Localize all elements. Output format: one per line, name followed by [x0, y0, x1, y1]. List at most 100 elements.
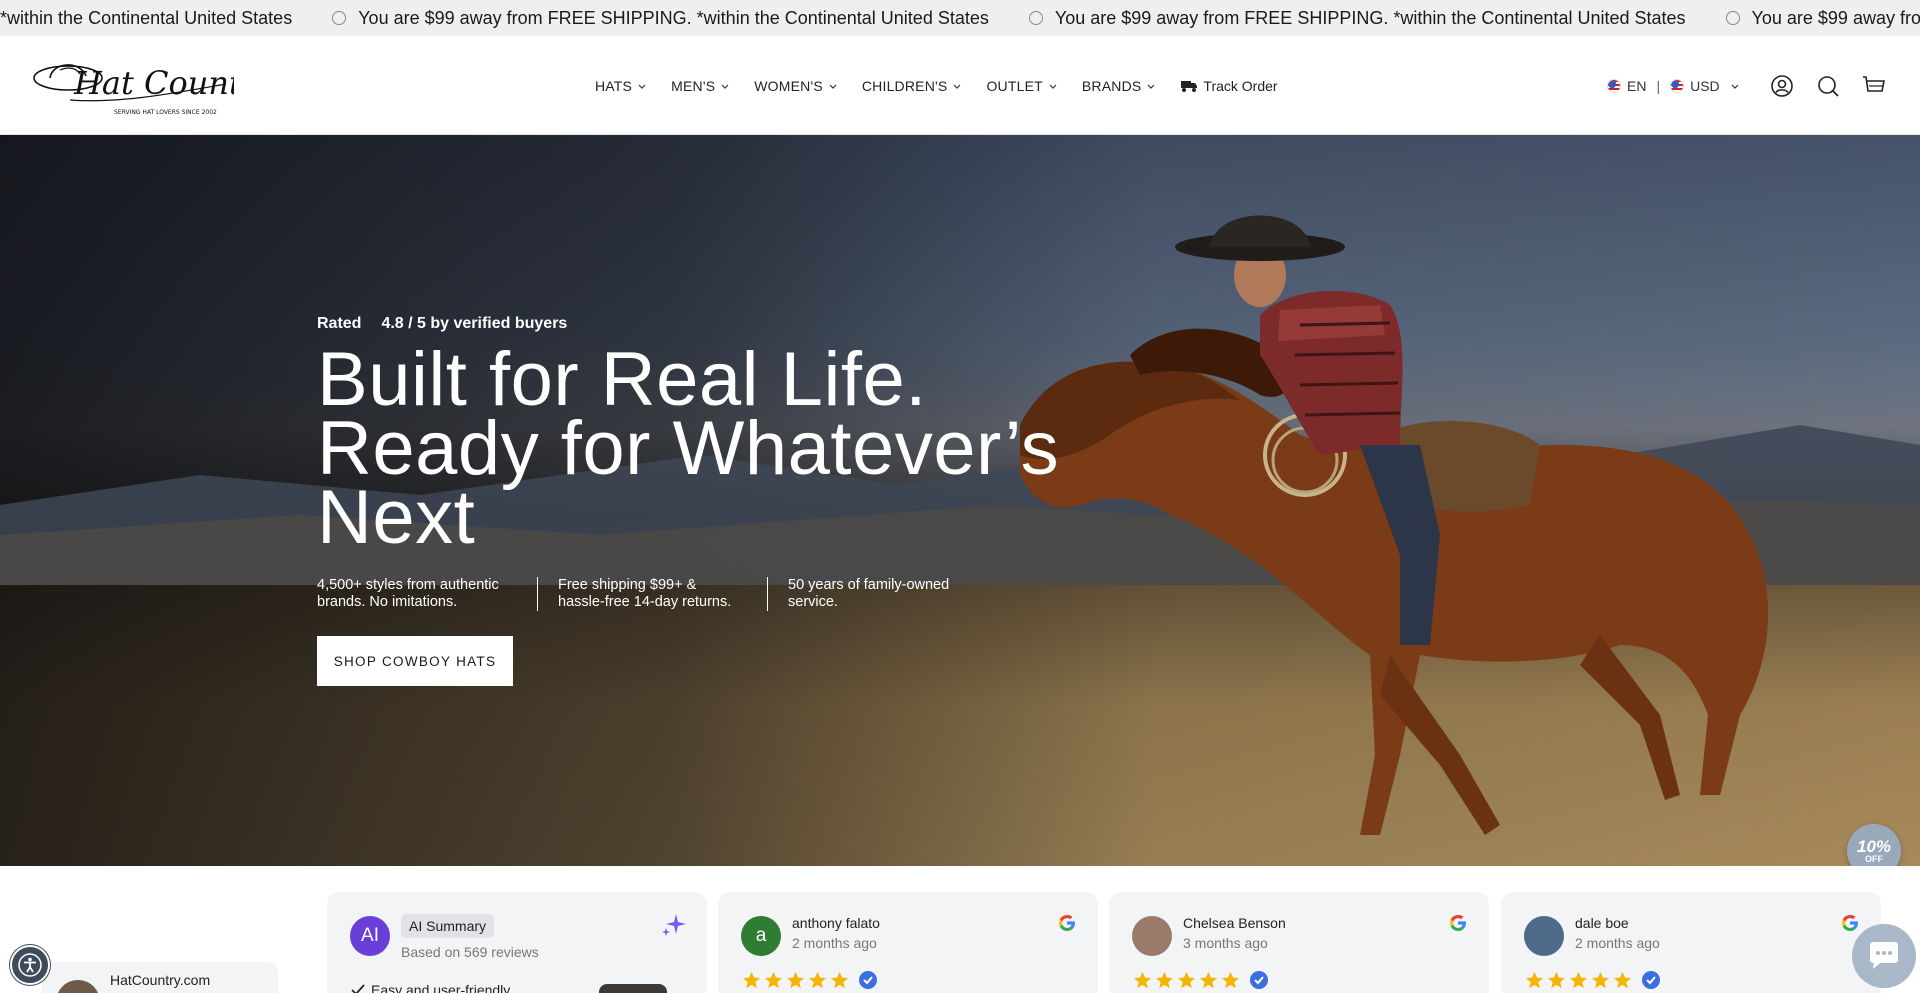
announcement-text: SHIPPING. *within the Continental United…	[0, 7, 293, 28]
account-icon[interactable]	[1770, 74, 1794, 98]
hero-headline: Built for Real Life. Ready for Whatever’…	[317, 337, 1060, 560]
site-logo[interactable]: Hat Country SERVING HAT LOVERS SINCE 200…	[30, 48, 276, 124]
circle-icon	[1725, 11, 1740, 25]
announcement-item: You are $99 away from FREE SHIPPING. *wi…	[1028, 7, 1686, 29]
track-order-link[interactable]: Track Order	[1180, 77, 1278, 94]
nav-label: WOMEN'S	[754, 77, 823, 94]
rating-text: 4.8 / 5 by verified buyers	[381, 315, 568, 332]
chevron-down-icon	[721, 84, 729, 89]
star-icon	[1199, 971, 1218, 988]
star-rating	[1525, 970, 1661, 990]
verified-badge-icon	[859, 971, 877, 989]
track-order-label: Track Order	[1203, 77, 1278, 94]
sparkle-icon	[662, 914, 686, 936]
announcement-text: You are $99 away from FREE SHIPPING. *wi…	[358, 7, 989, 28]
review-time: 2 months ago	[1575, 935, 1660, 951]
discount-percent: 10%	[1856, 836, 1892, 856]
nav-item-womens[interactable]: WOMEN'S	[754, 78, 838, 94]
circle-icon	[332, 11, 347, 25]
chat-button[interactable]	[1852, 924, 1916, 988]
hat-country-logo-icon: Hat Country SERVING HAT LOVERS SINCE 200…	[33, 64, 276, 116]
accessibility-button[interactable]	[10, 945, 50, 985]
locale-selector[interactable]: EN | USD	[1607, 36, 1740, 135]
star-icon	[1221, 971, 1240, 988]
rating-line: Rated 4.8 / 5 by verified buyers	[317, 315, 567, 333]
review-card[interactable]: a anthony falato 2 months ago	[718, 892, 1098, 993]
chevron-down-icon	[829, 84, 837, 89]
announcement-item: You are $99 away from FREE SHIPPING. *wi…	[332, 8, 989, 29]
svg-text:SERVING HAT LOVERS SINCE 2002: SERVING HAT LOVERS SINCE 2002	[114, 109, 217, 116]
hero-banner: Rated 4.8 / 5 by verified buyers Built f…	[0, 135, 1920, 866]
feature-item: 50 years of family-owned service.	[767, 577, 987, 611]
star-icon	[786, 971, 805, 988]
ai-summary-title: AI Summary	[401, 914, 495, 938]
reviewer-name: Chelsea Benson	[1183, 915, 1286, 931]
google-icon	[1450, 915, 1466, 931]
review-photo-thumbnail[interactable]	[599, 984, 667, 993]
google-icon	[1059, 915, 1075, 931]
currency-label: USD	[1690, 77, 1720, 94]
site-name: HatCountry.com	[110, 972, 211, 988]
chevron-down-icon	[1731, 84, 1739, 89]
announcement-item: You are $99 away from FR	[1725, 7, 1920, 29]
reviewer-name: dale boe	[1575, 915, 1629, 931]
hero-features: 4,500+ styles from authentic brands. No …	[317, 577, 987, 611]
chevron-down-icon	[1147, 84, 1155, 89]
chevron-down-icon	[954, 84, 961, 89]
announcement-bar: SHIPPING. *within the Continental United…	[0, 0, 1920, 36]
verified-badge-icon	[1250, 971, 1268, 989]
reviewer-avatar	[1524, 916, 1564, 956]
star-icon	[764, 971, 783, 988]
divider: |	[1656, 77, 1661, 94]
star-icon	[1547, 971, 1566, 988]
us-flag-icon	[1607, 78, 1621, 93]
check-icon	[351, 984, 365, 993]
announcement-track: SHIPPING. *within the Continental United…	[0, 0, 1920, 36]
reviewer-avatar	[1132, 916, 1172, 956]
site-review-summary: HatCountry.com	[42, 962, 278, 993]
review-time: 3 months ago	[1183, 935, 1268, 951]
nav-label: OUTLET	[986, 77, 1043, 94]
accessibility-icon	[18, 953, 42, 977]
star-icon	[1569, 971, 1588, 988]
ai-summary-subtitle: Based on 569 reviews	[401, 944, 539, 960]
announcement-item: SHIPPING. *within the Continental United…	[0, 8, 292, 29]
chevron-down-icon	[1049, 84, 1057, 89]
star-icon	[742, 971, 761, 988]
star-icon	[1525, 971, 1544, 988]
chat-bubble-icon	[1870, 942, 1898, 969]
ai-summary-point: Easy and user-friendly	[351, 982, 510, 993]
nav-label: MEN'S	[671, 77, 716, 94]
google-icon	[1842, 915, 1858, 931]
main-nav: HATS MEN'S WOMEN'S CHILDREN'S OUTLET BRA…	[595, 36, 1278, 135]
chevron-down-icon	[638, 84, 646, 89]
nav-item-hats[interactable]: HATS	[595, 78, 647, 94]
site-header: Hat Country SERVING HAT LOVERS SINCE 200…	[0, 36, 1920, 135]
rated-label: Rated	[317, 315, 362, 332]
star-icon	[808, 971, 827, 988]
nav-label: BRANDS	[1081, 77, 1142, 94]
review-time: 2 months ago	[792, 935, 877, 951]
nav-item-brands[interactable]: BRANDS	[1082, 78, 1157, 94]
review-card[interactable]: Chelsea Benson 3 months ago	[1109, 892, 1489, 993]
discount-off-label: OFF	[1865, 853, 1883, 864]
star-icon	[1177, 971, 1196, 988]
review-card[interactable]: dale boe 2 months ago	[1501, 892, 1881, 993]
ai-summary-card[interactable]: AI AI Summary Based on 569 reviews Easy …	[327, 892, 707, 993]
header-icons	[1770, 36, 1886, 135]
language-label: EN	[1627, 77, 1647, 94]
star-icon	[1155, 971, 1174, 988]
announcement-text: You are $99 away from FR	[1751, 7, 1920, 28]
search-icon[interactable]	[1816, 74, 1840, 98]
nav-item-childrens[interactable]: CHILDREN'S	[862, 78, 963, 94]
ai-point-text: Easy and user-friendly	[371, 982, 511, 993]
announcement-text: You are $99 away from FREE SHIPPING. *wi…	[1054, 7, 1686, 28]
star-rating	[1133, 970, 1269, 990]
nav-item-mens[interactable]: MEN'S	[671, 78, 730, 94]
cart-icon[interactable]	[1862, 74, 1886, 98]
nav-item-outlet[interactable]: OUTLET	[986, 78, 1057, 94]
ai-avatar: AI	[350, 916, 390, 956]
us-flag-icon	[1670, 78, 1685, 93]
star-rating	[742, 970, 878, 990]
shop-cowboy-hats-button[interactable]: SHOP COWBOY HATS	[317, 636, 513, 686]
